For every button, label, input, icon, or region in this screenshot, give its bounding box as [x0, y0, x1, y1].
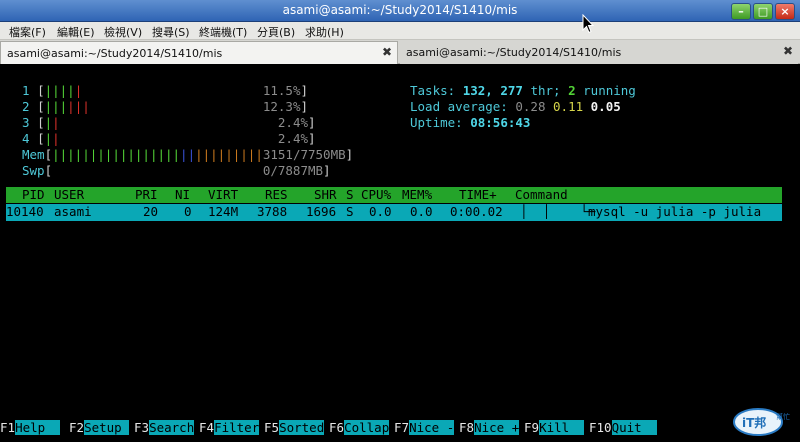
column-ni[interactable]: NI: [175, 187, 190, 203]
row-shr: 1696: [306, 204, 337, 219]
menu-tabs[interactable]: 分頁(B): [257, 24, 295, 40]
row-state: S: [346, 204, 354, 219]
cpu-meter-2: 2 [|||||| 12.3%]: [22, 99, 309, 114]
process-table-header: PID USER PRI NI VIRT RES SHR S CPU% MEM%…: [6, 187, 782, 203]
cpu-label: 1: [22, 83, 30, 98]
cpu-label: 3: [22, 115, 30, 130]
row-tree: │ │ └─: [520, 204, 596, 219]
column-virt[interactable]: VIRT: [208, 187, 238, 203]
row-pri: 20: [143, 204, 159, 219]
column-cpu[interactable]: CPU%: [361, 187, 391, 203]
column-pri[interactable]: PRI: [135, 187, 158, 203]
close-icon[interactable]: ✖: [782, 45, 794, 57]
column-pid[interactable]: PID: [22, 187, 45, 203]
ithelp-logo: iT邦 幫忙: [732, 405, 794, 437]
tab-bar: asami@asami:~/Study2014/S1410/mis ✖ asam…: [0, 40, 800, 64]
menu-file[interactable]: 檔案(F): [9, 24, 46, 40]
tab-terminal-1[interactable]: asami@asami:~/Study2014/S1410/mis ✖: [0, 41, 398, 64]
mouse-pointer-icon: [582, 13, 595, 38]
uptime: Uptime: 08:56:43: [410, 115, 531, 130]
fkey-quit[interactable]: F10Quit: [589, 420, 657, 436]
minimize-button[interactable]: –: [731, 3, 751, 20]
row-virt: 124M: [208, 204, 239, 219]
fkey-search[interactable]: F3Search: [134, 420, 195, 436]
fkey-nice-plus[interactable]: F8Nice +: [459, 420, 520, 436]
column-command[interactable]: Command: [515, 187, 568, 203]
load-average: Load average: 0.28 0.11 0.05: [410, 99, 621, 114]
column-user[interactable]: USER: [54, 187, 84, 203]
fkey-collapse[interactable]: F6Collap: [329, 420, 390, 436]
cpu-percent: 2.4%: [277, 115, 309, 130]
cpu-meter-4: 4 [|| 2.4%]: [22, 131, 316, 146]
fkey-setup[interactable]: F2Setup: [69, 420, 130, 436]
window-titlebar: asami@asami:~/Study2014/S1410/mis – □ ×: [0, 0, 800, 22]
mem-value: 3151/7750MB: [262, 147, 346, 162]
mem-label: Mem: [22, 147, 45, 162]
close-icon[interactable]: ✖: [381, 46, 393, 58]
column-shr[interactable]: SHR: [314, 187, 337, 203]
fkey-help[interactable]: F1Help: [0, 420, 61, 436]
swap-label: Swp: [22, 163, 45, 178]
row-user: asami: [54, 204, 92, 219]
menu-terminal[interactable]: 終端機(T): [199, 24, 247, 40]
table-row[interactable]: 10140 asami 20 0 124M 3788 1696 S 0.0 0.…: [6, 204, 782, 221]
menu-search[interactable]: 搜尋(S): [152, 24, 190, 40]
terminal-screen[interactable]: 1 [||||| 11.5%] 2 [|||||| 12.3%] 3 [|| 2…: [0, 65, 800, 442]
cpu-percent: 11.5%: [262, 83, 301, 98]
row-res: 3788: [257, 204, 288, 219]
mem-meter: Mem[||||||||||||||||||||||||||||3151/775…: [22, 147, 354, 162]
fkey-sorted[interactable]: F5Sorted: [264, 420, 325, 436]
svg-text:幫忙: 幫忙: [776, 412, 790, 421]
close-window-button[interactable]: ×: [775, 3, 795, 20]
tasks-summary: Tasks: 132, 277 thr; 2 running: [410, 83, 636, 98]
function-key-bar: F1Help F2Setup F3Search F4Filter F5Sorte…: [0, 420, 800, 436]
cpu-label: 4: [22, 131, 30, 146]
fkey-nice-minus[interactable]: F7Nice -: [394, 420, 455, 436]
fkey-filter[interactable]: F4Filter: [199, 420, 260, 436]
tab-label: asami@asami:~/Study2014/S1410/mis: [7, 47, 223, 60]
row-command: mysql -u julia -p julia: [588, 204, 762, 219]
swap-value: 0/7887MB: [262, 163, 324, 178]
cpu-label: 2: [22, 99, 30, 114]
menu-bar: 檔案(F) 編輯(E) 檢視(V) 搜尋(S) 終端機(T) 分頁(B) 求助(…: [0, 22, 800, 40]
tab-terminal-2[interactable]: asami@asami:~/Study2014/S1410/mis ✖: [400, 41, 798, 64]
column-time[interactable]: TIME+: [459, 187, 497, 203]
row-pid: 10140: [6, 204, 44, 219]
cpu-percent: 2.4%: [277, 131, 309, 146]
column-mem[interactable]: MEM%: [402, 187, 432, 203]
column-res[interactable]: RES: [265, 187, 288, 203]
cpu-meter-3: 3 [|| 2.4%]: [22, 115, 316, 130]
row-time: 0:00.02: [450, 204, 503, 219]
swap-meter: Swp[ 0/7887MB]: [22, 163, 331, 178]
fkey-kill[interactable]: F9Kill: [524, 420, 585, 436]
column-state[interactable]: S: [346, 187, 354, 203]
cpu-percent: 12.3%: [262, 99, 301, 114]
row-mem: 0.0: [410, 204, 433, 219]
row-ni: 0: [184, 204, 192, 219]
cpu-meter-1: 1 [||||| 11.5%]: [22, 83, 309, 98]
row-cpu: 0.0: [369, 204, 392, 219]
window-title: asami@asami:~/Study2014/S1410/mis: [282, 3, 518, 17]
tab-label: asami@asami:~/Study2014/S1410/mis: [406, 46, 622, 59]
menu-help[interactable]: 求助(H): [305, 24, 344, 40]
maximize-button[interactable]: □: [753, 3, 773, 20]
svg-text:iT邦: iT邦: [742, 415, 766, 430]
menu-view[interactable]: 檢視(V): [104, 24, 142, 40]
menu-edit[interactable]: 編輯(E): [57, 24, 95, 40]
